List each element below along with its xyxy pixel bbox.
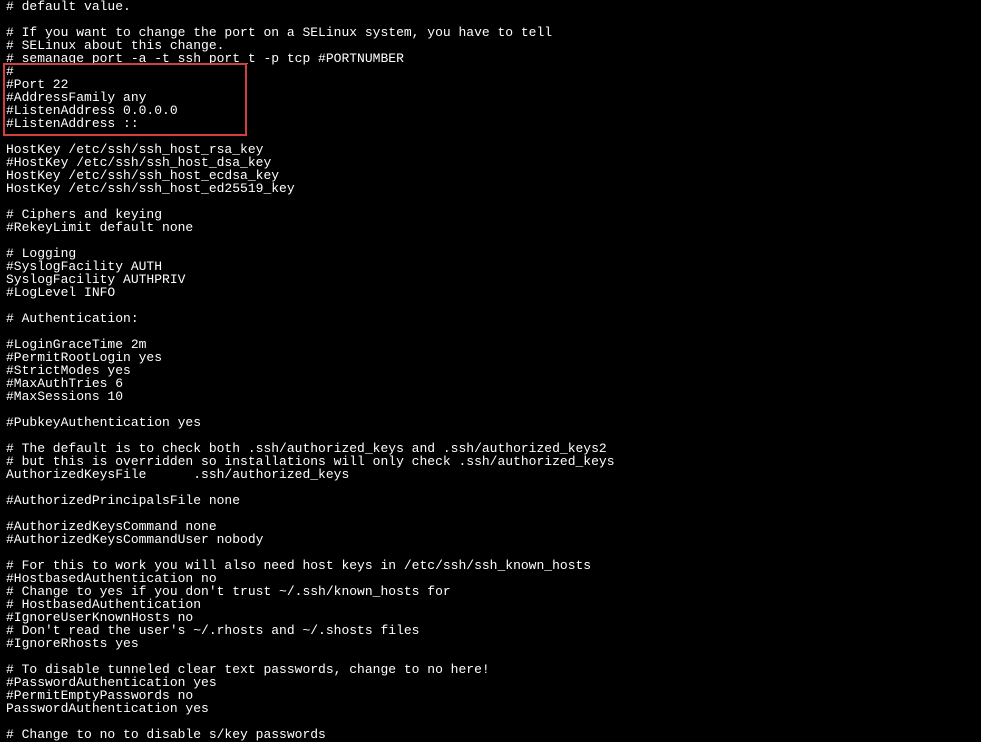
config-line: #LogLevel INFO — [6, 286, 975, 299]
config-line: # default value. — [6, 0, 975, 13]
config-line: #ListenAddress :: — [6, 117, 975, 130]
config-line: AuthorizedKeysFile .ssh/authorized_keys — [6, 468, 975, 481]
config-line: #MaxSessions 10 — [6, 390, 975, 403]
config-line — [6, 299, 975, 312]
config-line: PasswordAuthentication yes — [6, 702, 975, 715]
config-line: # Change to no to disable s/key password… — [6, 728, 975, 741]
terminal-output: # default value. # If you want to change… — [0, 0, 981, 741]
config-line — [6, 234, 975, 247]
config-line: # Authentication: — [6, 312, 975, 325]
config-line: #MaxAuthTries 6 — [6, 377, 975, 390]
config-line: #AuthorizedPrincipalsFile none — [6, 494, 975, 507]
config-line: # semanage port -a -t ssh_port_t -p tcp … — [6, 52, 975, 65]
config-line: #PermitRootLogin yes — [6, 351, 975, 364]
config-line: #AuthorizedKeysCommandUser nobody — [6, 533, 975, 546]
config-line: #PubkeyAuthentication yes — [6, 416, 975, 429]
config-line: SyslogFacility AUTHPRIV — [6, 273, 975, 286]
config-line: # — [6, 65, 975, 78]
config-line: HostKey /etc/ssh/ssh_host_ed25519_key — [6, 182, 975, 195]
config-line: #StrictModes yes — [6, 364, 975, 377]
config-line — [6, 325, 975, 338]
config-line: #IgnoreRhosts yes — [6, 637, 975, 650]
config-line: #ListenAddress 0.0.0.0 — [6, 104, 975, 117]
config-line: # Don't read the user's ~/.rhosts and ~/… — [6, 624, 975, 637]
config-line: #Port 22 — [6, 78, 975, 91]
config-line: #RekeyLimit default none — [6, 221, 975, 234]
